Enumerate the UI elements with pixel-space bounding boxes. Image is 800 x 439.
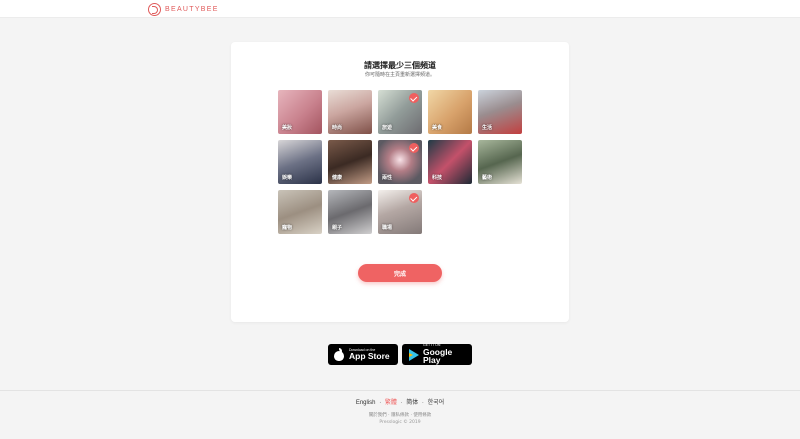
- channel-tile[interactable]: 兩性: [378, 140, 422, 184]
- language-separator: ·: [379, 400, 382, 406]
- channel-tile[interactable]: 生活: [478, 90, 522, 134]
- about-us-link[interactable]: 關於我們: [369, 413, 387, 418]
- channel-tile[interactable]: 職場: [378, 190, 422, 234]
- done-button[interactable]: 完成: [358, 264, 442, 282]
- footer-divider: [0, 390, 800, 391]
- channel-selection-card: 請選擇最少三個頻道 你可隨時在主頁重新選擇頻道。 美妝 時尚 旅遊 美食 生活 …: [231, 42, 569, 322]
- channel-label: 藝術: [482, 175, 493, 181]
- channel-tile[interactable]: 時尚: [328, 90, 372, 134]
- checkmark-icon: [409, 93, 419, 103]
- checkmark-icon: [409, 193, 419, 203]
- channel-tile[interactable]: 美妝: [278, 90, 322, 134]
- channel-label: 職場: [382, 225, 393, 231]
- app-store-title: App Store: [349, 351, 390, 361]
- channel-tile[interactable]: 親子: [328, 190, 372, 234]
- beautybee-logo-icon: [148, 2, 161, 16]
- checkmark-icon: [409, 143, 419, 153]
- channel-label: 親子: [332, 225, 343, 231]
- page-subtitle: 你可隨時在主頁重新選擇頻道。: [364, 72, 435, 78]
- channel-tile[interactable]: 科技: [428, 140, 472, 184]
- channel-tile[interactable]: 娛樂: [278, 140, 322, 184]
- channel-tile[interactable]: 旅遊: [378, 90, 422, 134]
- language-switcher: English · 繁體 · 简体 · 한국어: [0, 397, 800, 406]
- language-english[interactable]: English: [356, 400, 376, 406]
- brand-logo[interactable]: BEAUTYBEE: [148, 2, 219, 16]
- language-simplified-chinese[interactable]: 简体: [406, 400, 418, 406]
- footer-links: 關於我們 · 隱私條款 · 使用條款: [0, 412, 800, 418]
- channel-label: 娛樂: [282, 175, 293, 181]
- page-title: 請選擇最少三個頻道: [364, 61, 436, 70]
- language-korean[interactable]: 한국어: [428, 400, 445, 406]
- google-play-icon: [408, 348, 419, 361]
- language-separator: ·: [400, 400, 403, 406]
- channel-label: 美食: [432, 125, 443, 131]
- channel-label: 健康: [332, 175, 343, 181]
- channel-label: 兩性: [382, 175, 393, 181]
- channel-tile[interactable]: 美食: [428, 90, 472, 134]
- channel-label: 時尚: [332, 125, 343, 131]
- language-traditional-chinese[interactable]: 繁體: [385, 400, 397, 406]
- channel-tile[interactable]: 寵物: [278, 190, 322, 234]
- google-play-badge[interactable]: GET IT ON Google Play: [402, 344, 472, 365]
- channel-grid: 美妝 時尚 旅遊 美食 生活 娛樂 健康 兩性 科技 藝術 寵物 親子 職場: [278, 90, 522, 234]
- copyright-text: Presslogic © 2019: [379, 420, 421, 425]
- terms-of-use-link[interactable]: 使用條款: [413, 413, 431, 418]
- app-store-badge[interactable]: Download on the App Store: [328, 344, 398, 365]
- language-separator: ·: [421, 400, 424, 406]
- top-bar: BEAUTYBEE: [0, 0, 800, 18]
- channel-label: 生活: [482, 125, 493, 131]
- channel-label: 科技: [432, 175, 443, 181]
- channel-tile[interactable]: 健康: [328, 140, 372, 184]
- channel-label: 旅遊: [382, 125, 393, 131]
- brand-name: BEAUTYBEE: [165, 5, 219, 13]
- channel-label: 寵物: [282, 225, 293, 231]
- google-play-title: Google Play: [423, 346, 453, 366]
- channel-tile[interactable]: 藝術: [478, 140, 522, 184]
- apple-icon: [334, 347, 345, 361]
- privacy-policy-link[interactable]: 隱私條款: [391, 413, 409, 418]
- channel-label: 美妝: [282, 125, 293, 131]
